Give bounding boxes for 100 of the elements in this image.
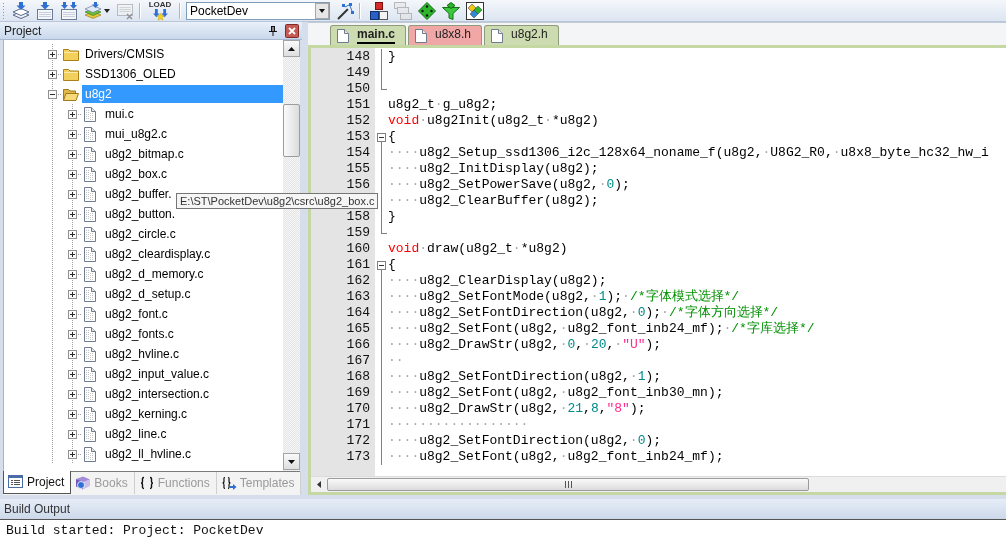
expand-icon[interactable] [67,329,77,339]
code-line: ····u8g2_SetFontMode(u8g2,·1);·/*字体模式选择*/ [388,289,740,305]
list-window-icon [8,475,24,489]
panel-title: Build Output [4,502,71,516]
pin-icon[interactable] [269,25,277,36]
grid-double-arrow-icon[interactable] [60,1,78,20]
scroll-down-button[interactable] [283,453,300,470]
tree-item[interactable]: u8g2_line.c [102,425,170,443]
file-icon [84,266,96,282]
code-line: ····u8g2_SetFontDirection(u8g2,·1); [388,369,662,385]
tree-item[interactable]: u8g2_button. [102,205,179,223]
code-line: ····u8g2_Setup_ssd1306_i2c_128x64_noname_f(u8g2,·U8G2_R0,·u8x8_byte_hc32_hw_i [388,145,989,161]
tree-item[interactable]: u8g2_kerning.c [102,405,191,423]
expand-icon[interactable] [67,389,77,399]
expand-icon[interactable] [67,309,77,319]
expand-icon[interactable] [67,249,77,259]
file-tab[interactable]: u8x8.h [408,25,483,45]
diamonds-icon[interactable] [466,1,484,20]
code-line: ····u8g2_SetFont(u8g2,·u8g2_font_inb24_mf); [388,449,724,465]
file-icon [84,386,96,402]
expand-icon[interactable] [47,69,57,79]
code-line: ····u8g2_SetPowerSave(u8g2,·0); [388,177,630,193]
folder-icon [63,67,79,81]
line-number: 156 [346,177,370,193]
expand-icon[interactable] [67,429,77,439]
target-select[interactable]: PocketDev [186,1,330,20]
expand-icon[interactable] [67,189,77,199]
collapse-icon[interactable] [376,132,386,142]
tree-item[interactable]: u8g2_buffer. [102,185,175,203]
file-icon [84,286,96,302]
diamond-icon[interactable] [418,1,436,20]
line-number: 154 [346,145,370,161]
line-number: 172 [346,433,370,449]
triangle-left-icon[interactable] [317,481,321,488]
expand-icon[interactable] [67,369,77,379]
close-icon[interactable] [285,23,299,38]
load-button[interactable]: LOAD [148,0,172,21]
tree-item[interactable]: u8g2_bitmap.c [102,145,187,163]
tree-item[interactable]: u8g2_font.c [102,305,171,323]
expand-icon[interactable] [67,229,77,239]
collapse-icon[interactable] [376,260,386,270]
code-line: void·u8g2Init(u8g2_t·*u8g2) [388,113,599,129]
file-tab[interactable]: u8g2.h [484,25,559,45]
grip-icon[interactable] [2,2,5,19]
expand-icon[interactable] [47,49,57,59]
line-number: 169 [346,385,370,401]
magic-wand-icon[interactable] [336,1,354,20]
tree-item[interactable]: u8g2_intersection.c [102,385,213,403]
tree-item[interactable]: u8g2_circle.c [102,225,179,243]
expand-icon[interactable] [67,269,77,279]
scrollbar-thumb[interactable] [327,478,809,491]
stacked-layers-icon[interactable] [84,1,102,20]
expand-icon[interactable] [67,349,77,359]
tree-item[interactable]: u8g2_input_value.c [102,365,213,383]
blocks-icon[interactable] [370,1,388,20]
layers-arrow-icon[interactable] [12,1,30,20]
tree-item[interactable]: u8g2_box.c [102,165,171,183]
tree-item[interactable]: u8g2_hvline.c [102,345,183,363]
collapse-icon[interactable] [47,89,57,99]
file-icon [84,406,96,422]
file-tab[interactable]: main.c [330,25,406,45]
tree-item[interactable]: u8g2_d_memory.c [102,265,207,283]
tree-item[interactable]: SSD1306_OLED [82,65,179,83]
funnel-icon[interactable] [442,1,460,20]
scroll-up-button[interactable] [283,40,300,57]
tree-item[interactable]: mui.c [102,105,137,123]
expand-icon[interactable] [67,169,77,179]
grid-arrow-icon[interactable] [36,1,54,20]
tree-item[interactable]: Drivers/CMSIS [82,45,168,63]
code-line: ····u8g2_DrawStr(u8g2,·0,·20,·"U"); [388,337,662,353]
expand-icon[interactable] [67,289,77,299]
caret-icon[interactable] [315,2,329,19]
expand-icon[interactable] [67,209,77,219]
triangle-down-icon [288,459,295,464]
panel-tab[interactable]: Project [3,471,72,494]
expand-icon[interactable] [67,149,77,159]
code-line: ····u8g2_ClearDisplay(u8g2); [388,273,607,289]
tree-item[interactable]: u8g2_ll_hvline.c [102,445,195,463]
file-icon [84,326,96,342]
scrollbar-thumb[interactable] [283,104,300,157]
tree-item[interactable]: u8g2_d_setup.c [102,285,194,303]
line-number: 162 [346,273,370,289]
line-number: 167 [346,353,370,369]
file-icon [84,366,96,382]
triangle-up-icon [288,46,295,51]
file-icon [84,106,96,122]
output-line: Build started: Project: PocketDev [6,523,264,538]
tree-item[interactable]: mui_u8g2.c [102,125,171,143]
expand-icon[interactable] [67,129,77,139]
caret-icon[interactable] [104,8,110,13]
code-line: ····u8g2_SetFontDirection(u8g2,·0); [388,433,662,449]
tree-item[interactable]: u8g2_cleardisplay.c [102,245,214,263]
expand-icon[interactable] [67,409,77,419]
code-line: ····u8g2_SetFontDirection(u8g2,·0);·/*字体方向选择*/ [388,305,779,321]
file-icon [84,146,96,162]
expand-icon[interactable] [67,449,77,459]
panel-title: Project [4,23,42,38]
expand-icon[interactable] [67,109,77,119]
line-number: 165 [346,321,370,337]
tree-item[interactable]: u8g2_fonts.c [102,325,177,343]
